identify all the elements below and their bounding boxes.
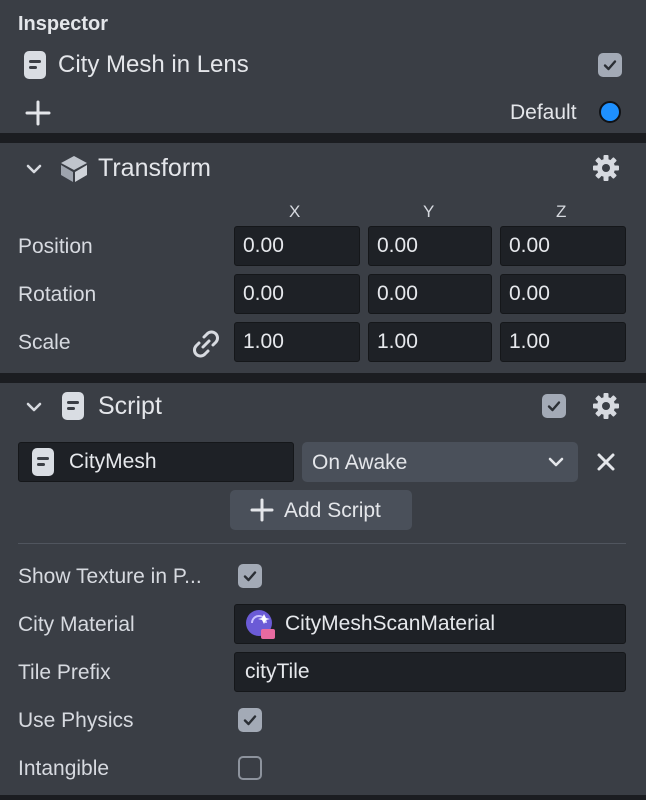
script-title: Script — [98, 392, 162, 420]
scale-x-field[interactable]: 1.00 — [234, 322, 360, 362]
separator — [0, 133, 646, 143]
city-material-label: City Material — [18, 613, 135, 636]
close-icon — [597, 453, 615, 471]
plus-icon — [250, 498, 274, 522]
rotation-z-field[interactable]: 0.00 — [500, 274, 626, 314]
chevron-down-icon — [548, 457, 564, 467]
script-asset-field[interactable]: CityMesh — [18, 442, 294, 482]
inspector-title: Inspector — [18, 13, 109, 35]
position-y-field[interactable]: 0.00 — [368, 226, 492, 266]
city-material-value: CityMeshScanMaterial — [285, 612, 496, 635]
rotation-y-field[interactable]: 0.00 — [368, 274, 492, 314]
chevron-down-icon — [26, 402, 42, 412]
divider — [18, 543, 626, 544]
tile-prefix-label: Tile Prefix — [18, 661, 111, 684]
scale-link-toggle[interactable] — [190, 328, 222, 360]
transform-collapse-toggle[interactable] — [24, 159, 44, 179]
script-asset-icon — [32, 448, 54, 476]
plus-icon — [25, 100, 51, 126]
position-label: Position — [18, 235, 93, 258]
layer-label[interactable]: Default — [510, 102, 577, 123]
add-script-button[interactable]: Add Script — [230, 490, 412, 530]
object-name[interactable]: City Mesh in Lens — [58, 53, 249, 77]
layer-color-dot[interactable] — [599, 101, 621, 123]
position-x-field[interactable]: 0.00 — [234, 226, 360, 266]
chevron-down-icon — [26, 164, 42, 174]
use-physics-label: Use Physics — [18, 709, 134, 732]
object-enabled-checkbox[interactable] — [598, 53, 622, 77]
script-event-dropdown[interactable]: On Awake — [302, 442, 578, 482]
script-collapse-toggle[interactable] — [24, 397, 44, 417]
checkmark-icon — [547, 401, 561, 412]
script-asset-name: CityMesh — [69, 450, 157, 473]
remove-script-button[interactable] — [595, 451, 617, 473]
intangible-label: Intangible — [18, 757, 110, 780]
transform-settings-button[interactable] — [591, 153, 621, 183]
checkmark-icon — [243, 571, 257, 582]
show-texture-label: Show Texture in P... — [18, 565, 202, 588]
position-z-field[interactable]: 0.00 — [500, 226, 626, 266]
checkmark-icon — [603, 60, 617, 71]
cube-icon — [58, 154, 90, 184]
rotation-x-field[interactable]: 0.00 — [234, 274, 360, 314]
use-physics-checkbox[interactable] — [238, 708, 262, 732]
axis-label-y: Y — [423, 202, 435, 221]
axis-label-x: X — [289, 202, 301, 221]
script-event-value: On Awake — [312, 450, 408, 474]
intangible-checkbox[interactable] — [238, 756, 262, 780]
script-icon — [62, 392, 84, 420]
gear-icon — [593, 155, 619, 181]
link-icon — [193, 330, 219, 358]
separator — [0, 373, 646, 383]
separator — [0, 795, 646, 800]
add-script-label: Add Script — [284, 498, 381, 522]
rotation-label: Rotation — [18, 283, 97, 306]
script-enabled-checkbox[interactable] — [542, 394, 566, 418]
gear-icon — [593, 393, 619, 419]
scale-label: Scale — [18, 331, 71, 354]
axis-label-z: Z — [556, 202, 567, 221]
transform-title: Transform — [98, 154, 211, 182]
show-texture-checkbox[interactable] — [238, 564, 262, 588]
script-settings-button[interactable] — [591, 391, 621, 421]
city-material-field[interactable]: CityMeshScanMaterial — [234, 604, 626, 644]
scale-y-field[interactable]: 1.00 — [368, 322, 492, 362]
material-icon — [244, 608, 278, 642]
tile-prefix-field[interactable]: cityTile — [234, 652, 626, 692]
add-component-button[interactable] — [24, 99, 52, 127]
scene-object-icon — [24, 51, 46, 79]
checkmark-icon — [243, 715, 257, 726]
scale-z-field[interactable]: 1.00 — [500, 322, 626, 362]
